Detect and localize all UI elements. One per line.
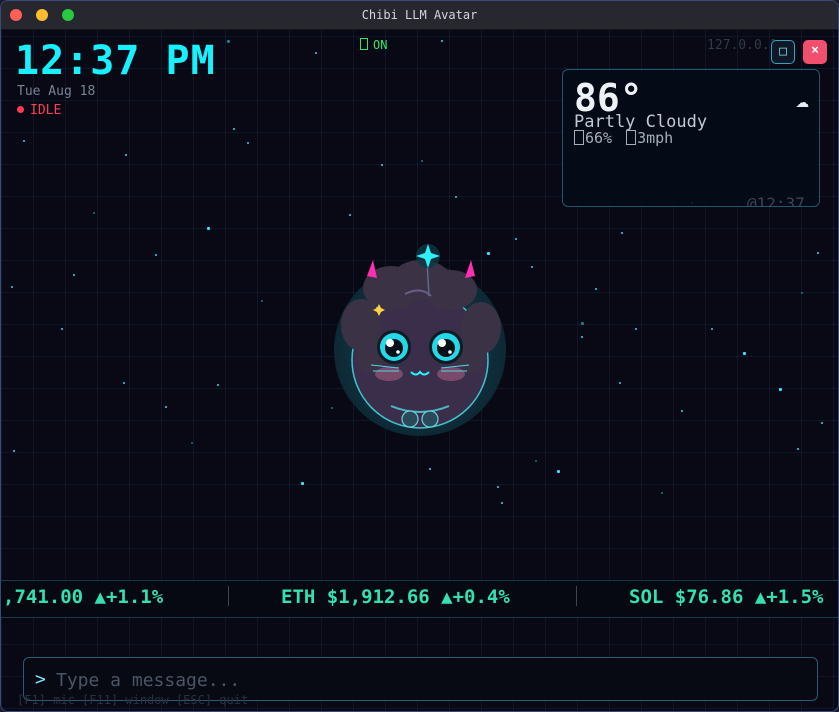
- mic-icon: [360, 38, 368, 50]
- star-dot: [165, 406, 167, 408]
- maximize-button[interactable]: □: [771, 40, 795, 64]
- star-dot: [61, 328, 63, 330]
- star-dot: [261, 300, 263, 302]
- star-dot: [581, 336, 583, 338]
- star-dot: [11, 286, 13, 288]
- status-text: IDLE: [30, 103, 62, 118]
- star-dot: [535, 460, 537, 462]
- star-dot: [155, 254, 157, 256]
- star-dot: [441, 40, 443, 42]
- star-dot: [581, 322, 584, 325]
- star-dot: [711, 328, 713, 330]
- star-dot: [797, 448, 799, 450]
- star-dot: [743, 352, 746, 355]
- weather-humidity: 66%: [585, 129, 613, 147]
- star-dot: [227, 40, 230, 43]
- star-dot: [779, 388, 782, 391]
- star-dot: [619, 382, 621, 384]
- star-dot: [681, 410, 683, 412]
- price-ticker: ,741.00 ▲+1.1% ETH $1,912.66 ▲+0.4% SOL …: [1, 580, 838, 618]
- prompt-caret: >: [35, 669, 46, 690]
- avatar-ear-right: [465, 260, 475, 278]
- app-window: Chibi LLM Avatar 12:37 PM Tue Aug 18 IDL…: [0, 0, 839, 712]
- star-dot: [621, 232, 623, 234]
- star-dot: [531, 266, 533, 268]
- status-dot-icon: [17, 106, 24, 113]
- clock: 12:37 PM: [15, 38, 216, 84]
- star-dot: [233, 128, 235, 130]
- star-dot: [557, 470, 560, 473]
- star-dot: [13, 450, 15, 452]
- chibi-avatar[interactable]: [331, 240, 511, 440]
- weather-meta: 66% 3mph: [574, 129, 673, 147]
- title-bar[interactable]: Chibi LLM Avatar: [1, 1, 838, 30]
- cloud-icon: ☁: [795, 88, 809, 113]
- star-dot: [191, 442, 193, 444]
- star-dot: [381, 164, 383, 166]
- date-label: Tue Aug 18: [17, 84, 96, 99]
- star-dot: [515, 238, 517, 240]
- mic-indicator: ON: [360, 38, 387, 52]
- wind-icon: [626, 130, 637, 145]
- star-dot: [217, 384, 219, 386]
- ticker-item: SOL $76.86 ▲+1.5%: [629, 586, 824, 608]
- star-dot: [421, 160, 423, 162]
- weather-updated-time: @12:37: [747, 194, 805, 207]
- star-dot: [301, 482, 304, 485]
- host-address: 127.0.0.1: [707, 38, 778, 53]
- ticker-divider: [228, 586, 229, 606]
- star-dot: [661, 492, 663, 494]
- ticker-item: ,741.00 ▲+1.1%: [3, 586, 164, 608]
- status-badge: IDLE: [17, 103, 61, 118]
- ticker-divider: [576, 586, 577, 606]
- keyboard-hints: [F1] mic [F11] window [ESC] quit: [17, 693, 249, 707]
- star-dot: [247, 142, 249, 144]
- star-dot: [821, 422, 823, 424]
- star-dot: [635, 328, 637, 330]
- star-dot: [349, 214, 351, 216]
- mic-status-text: ON: [373, 38, 388, 52]
- avatar-blush-left: [375, 367, 403, 381]
- star-dot: [595, 288, 597, 290]
- star-dot: [123, 382, 125, 384]
- star-dot: [73, 274, 75, 276]
- avatar-scene: 12:37 PM Tue Aug 18 IDLE ON 127.0.0.1 86…: [1, 30, 838, 711]
- star-dot: [455, 196, 457, 198]
- star-dot: [23, 140, 25, 142]
- weather-wind: 3mph: [637, 129, 674, 147]
- humidity-icon: [574, 130, 584, 145]
- star-dot: [817, 252, 819, 254]
- avatar-blush-right: [437, 367, 465, 381]
- message-input[interactable]: [54, 664, 798, 696]
- star-dot: [501, 502, 503, 504]
- star-dot: [207, 227, 210, 230]
- window-title: Chibi LLM Avatar: [361, 8, 478, 22]
- star-dot: [429, 468, 431, 470]
- ticker-item: ETH $1,912.66 ▲+0.4%: [281, 586, 510, 608]
- star-dot: [93, 212, 95, 214]
- star-dot: [125, 154, 127, 156]
- close-button[interactable]: ×: [803, 40, 827, 64]
- star-dot: [801, 292, 803, 294]
- star-dot: [315, 52, 317, 54]
- avatar-ear-left: [367, 260, 377, 278]
- star-dot: [497, 486, 499, 488]
- weather-widget: 86° ☁ Partly Cloudy 66% 3mph @12:37: [562, 69, 820, 207]
